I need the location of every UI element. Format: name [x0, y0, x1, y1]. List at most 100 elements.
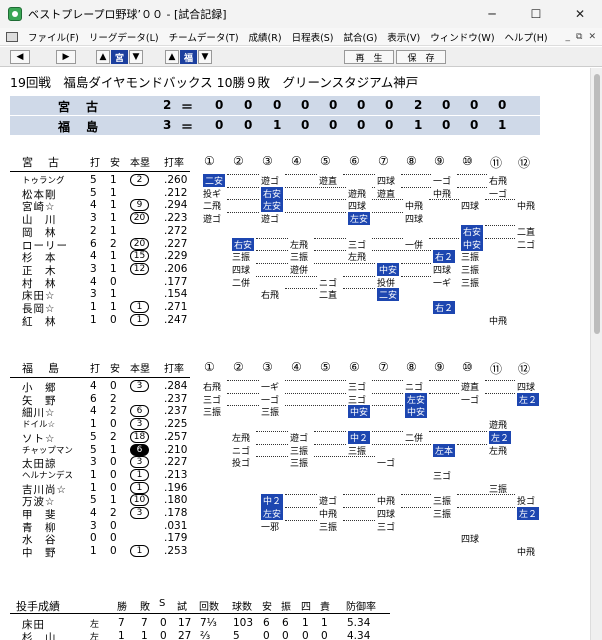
dotted-leader	[256, 275, 317, 277]
mdi-restore-icon[interactable]: ⧉	[576, 32, 582, 42]
at-bat-result: ニゴ	[319, 278, 338, 289]
at-bat-result: 三振	[348, 446, 367, 457]
at-bat-result: 二安	[377, 288, 400, 302]
linescore-inning: 0	[357, 98, 366, 112]
linescore-inning: 0	[357, 118, 366, 132]
linescore-inning: 0	[244, 98, 253, 112]
close-icon[interactable]: ✕	[558, 0, 602, 28]
batter-hr: 1	[130, 545, 149, 558]
pitching-underline	[10, 613, 390, 614]
dotted-leader	[285, 288, 317, 290]
at-bat-result: 三振	[290, 253, 309, 264]
dotted-leader	[457, 443, 487, 445]
dotted-leader	[429, 380, 459, 381]
batter-avg: .213	[164, 468, 188, 481]
header-hits: 安	[110, 158, 120, 169]
away-up-icon[interactable]: ▲	[96, 50, 110, 64]
play-button[interactable]: 再 生	[344, 50, 394, 64]
batter-hits: 1	[110, 250, 117, 263]
mdi-minimize-icon[interactable]: _	[566, 32, 571, 42]
dotted-leader	[372, 405, 403, 407]
batter-row: 杉 本 4 1 15.229 三振 三振 左飛 右２ 三振	[0, 250, 590, 264]
menu-item-6[interactable]: 表示(V)	[382, 30, 425, 44]
menu-item-7[interactable]: ウィンドウ(W)	[425, 30, 499, 44]
batter-hits: 1	[110, 262, 117, 275]
batter-row: ローリー 6 2 20.227 右安 左飛 三ゴ 一併 中安 二ゴ	[0, 237, 590, 252]
batter-row: 岡 林 2 1.272 右安 二直	[0, 224, 590, 239]
home-up-icon[interactable]: ▲	[165, 50, 179, 64]
at-bat-result: 遊ゴ	[261, 215, 280, 226]
next-arrow-icon[interactable]: ▶	[56, 50, 76, 64]
batter-ab: 4	[90, 405, 97, 418]
at-bat-result: 左安	[261, 199, 284, 213]
dotted-leader	[256, 262, 288, 264]
minimize-icon[interactable]: ─	[470, 0, 514, 28]
home-team-button[interactable]: 福	[180, 50, 197, 64]
batter-hits: 1	[110, 494, 117, 507]
at-bat-result: 左安	[261, 507, 284, 520]
maximize-icon[interactable]: ☐	[514, 0, 558, 28]
batter-ab: 2	[90, 224, 97, 237]
pitcher-stat: 1	[302, 617, 309, 629]
batter-row: 紅 林 1 0 1 .247 中飛	[0, 313, 590, 328]
batter-avg: .237	[164, 405, 188, 418]
header-avg: 打率	[164, 364, 184, 375]
prev-arrow-icon[interactable]: ◀	[10, 50, 30, 64]
batter-hr: 18	[130, 430, 149, 443]
header-hr: 本塁	[130, 364, 150, 375]
at-bat-result: 左２	[517, 507, 540, 520]
home-down-icon[interactable]: ▼	[198, 50, 212, 64]
dotted-leader	[256, 456, 288, 458]
dotted-leader	[457, 174, 487, 175]
document-icon[interactable]	[6, 31, 18, 42]
at-bat-result: 一ゴ	[461, 395, 480, 406]
at-bat-result: 遊ゴ	[319, 497, 338, 508]
linescore-total: 2	[163, 98, 172, 112]
menu-item-5[interactable]: 試合(G)	[339, 30, 383, 44]
batter-avg: .031	[164, 519, 188, 532]
dotted-leader	[285, 507, 317, 508]
batter-hr: 20	[130, 237, 149, 250]
menu-item-1[interactable]: リーグデータ(L)	[84, 30, 164, 44]
menu-item-0[interactable]: ファイル(F)	[23, 30, 84, 44]
batter-ab: 1	[90, 545, 97, 558]
at-bat-result: 遊直	[377, 189, 396, 200]
linescore-inning: 0	[385, 118, 394, 132]
dotted-leader	[485, 237, 515, 239]
batter-ab: 1	[90, 468, 97, 481]
vertical-scrollbar[interactable]	[590, 68, 602, 640]
batter-avg: .223	[164, 212, 188, 225]
inning-header: ①	[204, 154, 215, 168]
at-bat-result: 四球	[232, 265, 251, 276]
away-team-button[interactable]: 宮	[111, 50, 128, 64]
pitcher-stat: 6	[282, 617, 289, 629]
inning-header: ②	[233, 360, 244, 374]
inning-header: ⑦	[378, 360, 389, 374]
at-bat-result: 二直	[517, 227, 536, 238]
at-bat-result: 一併	[405, 240, 424, 251]
batter-avg: .271	[164, 301, 188, 313]
batter-hr: 3	[130, 418, 149, 431]
at-bat-result: 右２	[433, 301, 456, 314]
batter-avg: .227	[164, 237, 188, 250]
linescore-inning: 0	[498, 98, 507, 112]
menu-item-2[interactable]: チームデータ(T)	[164, 30, 244, 44]
at-bat-result: 三振	[461, 253, 480, 264]
linescore-inning: 0	[470, 98, 479, 112]
mdi-close-icon[interactable]: ✕	[588, 32, 596, 42]
scrollbar-thumb[interactable]	[594, 74, 600, 334]
away-down-icon[interactable]: ▼	[129, 50, 143, 64]
pitcher-stat: 1	[321, 617, 328, 629]
menu-item-4[interactable]: 日程表(S)	[287, 30, 339, 44]
dotted-leader	[285, 405, 346, 407]
menu-item-8[interactable]: ヘルプ(H)	[500, 30, 553, 44]
at-bat-result: 二併	[405, 433, 424, 444]
menu-item-3[interactable]: 成績(R)	[244, 30, 287, 44]
batter-ab: 3	[90, 262, 97, 275]
batter-ab: 5	[90, 443, 97, 456]
linescore-inning: 0	[329, 98, 338, 112]
dotted-leader	[314, 262, 375, 264]
save-button[interactable]: 保 存	[396, 50, 446, 64]
pitching-header: 投手成績 勝 敗 S 試 回数 球数安振四責 防御率	[0, 598, 590, 613]
header-hr: 本塁	[130, 158, 150, 169]
